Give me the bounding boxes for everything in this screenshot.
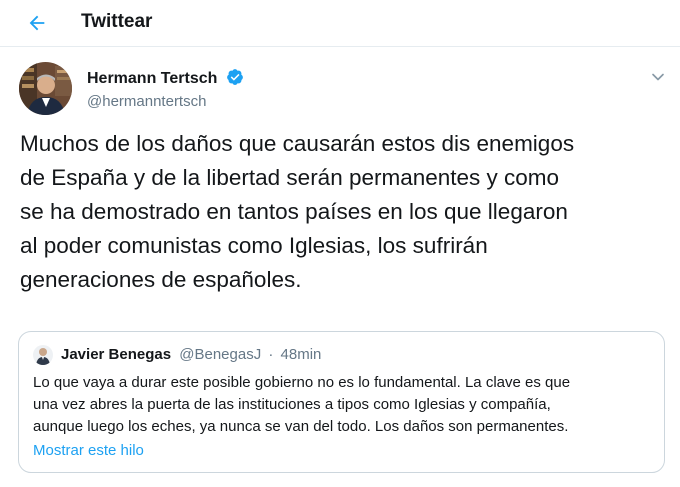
back-button[interactable]	[20, 6, 54, 40]
arrow-left-icon	[29, 15, 45, 31]
page-title: Twittear	[81, 11, 153, 32]
quoted-text: Lo que vaya a durar este posible gobiern…	[33, 374, 571, 435]
top-bar: Twittear	[0, 0, 680, 47]
verified-badge-icon	[226, 69, 243, 85]
quoted-author-name: Javier Benegas	[61, 346, 172, 363]
chevron-down-icon	[652, 73, 664, 81]
quoted-author-handle: @BenegasJ	[179, 346, 262, 363]
author-avatar[interactable]	[19, 62, 72, 115]
tweet-menu-button[interactable]	[648, 67, 668, 87]
tweet: Hermann Tertsch @hermanntertsch Muchos d…	[0, 47, 680, 487]
author-handle[interactable]: @hermanntertsch	[87, 93, 206, 110]
quoted-timestamp: 48min	[280, 346, 322, 363]
tweet-text: Muchos de los daños que causarán estos d…	[20, 131, 575, 292]
quoted-avatar-image	[33, 345, 53, 365]
avatar-image	[19, 62, 72, 115]
show-thread-link[interactable]: Mostrar este hilo	[33, 442, 144, 459]
quoted-header: Javier Benegas @BenegasJ · 48min	[61, 346, 321, 363]
author-name-text: Hermann Tertsch	[87, 70, 218, 87]
quoted-tweet[interactable]: Javier Benegas @BenegasJ · 48min Lo que …	[18, 331, 665, 473]
author-name[interactable]: Hermann Tertsch	[87, 68, 244, 88]
separator-dot: ·	[268, 346, 274, 363]
quoted-author-avatar	[33, 345, 53, 365]
